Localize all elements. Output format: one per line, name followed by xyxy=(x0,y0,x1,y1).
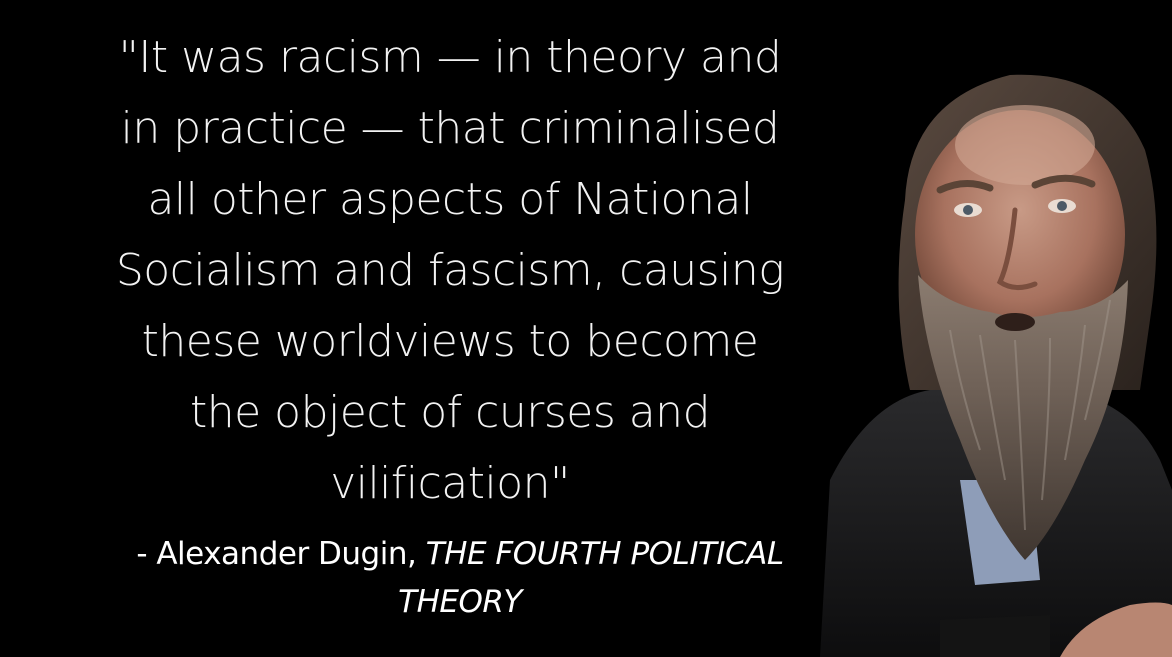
quote-line: these worldviews to become xyxy=(141,316,759,367)
quote-text: "It was racism — in theory and in practi… xyxy=(40,22,860,519)
quote-line: Socialism and fascism, causing xyxy=(115,245,785,296)
book-title-line: THE FOURTH POLITICAL xyxy=(425,536,784,572)
book-title-line: THEORY xyxy=(398,584,522,620)
quote-line: vilification" xyxy=(330,458,570,509)
quote-line: the object of curses and xyxy=(189,387,711,438)
portrait-photo xyxy=(820,74,1172,657)
quote-line: in practice — that criminalised xyxy=(120,103,780,154)
quote-attribution: - Alexander Dugin, THE FOURTH POLITICAL T… xyxy=(40,530,880,626)
author-name: - Alexander Dugin, xyxy=(136,536,426,572)
book-title: THE FOURTH POLITICAL THEORY xyxy=(398,536,784,620)
quote-line: all other aspects of National xyxy=(147,174,753,225)
quote-card: "It was racism — in theory and in practi… xyxy=(0,0,1172,657)
quote-line: "It was racism — in theory and xyxy=(118,32,782,83)
